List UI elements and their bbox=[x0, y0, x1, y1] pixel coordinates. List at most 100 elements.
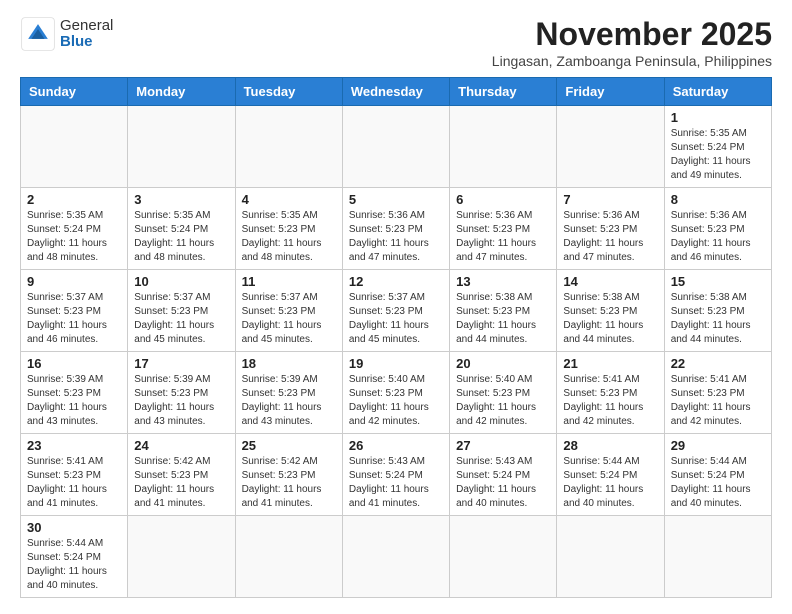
day-number: 28 bbox=[563, 438, 657, 453]
day-number: 27 bbox=[456, 438, 550, 453]
day-info: Sunrise: 5:38 AMSunset: 5:23 PMDaylight:… bbox=[456, 291, 550, 347]
logo: General Blue bbox=[20, 16, 113, 52]
day-number: 16 bbox=[27, 356, 121, 371]
week-row-1: 1 Sunrise: 5:35 AMSunset: 5:24 PMDaylight… bbox=[21, 106, 772, 188]
day-info: Sunrise: 5:41 AMSunset: 5:23 PMDaylight:… bbox=[563, 373, 657, 429]
day-number: 11 bbox=[242, 274, 336, 289]
calendar-cell bbox=[557, 516, 664, 598]
day-number: 12 bbox=[349, 274, 443, 289]
day-info: Sunrise: 5:41 AMSunset: 5:23 PMDaylight:… bbox=[671, 373, 765, 429]
day-info: Sunrise: 5:37 AMSunset: 5:23 PMDaylight:… bbox=[27, 291, 121, 347]
day-info: Sunrise: 5:37 AMSunset: 5:23 PMDaylight:… bbox=[349, 291, 443, 347]
calendar-cell: 2 Sunrise: 5:35 AMSunset: 5:24 PMDaylight… bbox=[21, 188, 128, 270]
day-number: 6 bbox=[456, 192, 550, 207]
calendar-cell: 5 Sunrise: 5:36 AMSunset: 5:23 PMDaylight… bbox=[342, 188, 449, 270]
calendar-cell: 22 Sunrise: 5:41 AMSunset: 5:23 PMDayligh… bbox=[664, 352, 771, 434]
day-number: 19 bbox=[349, 356, 443, 371]
day-number: 13 bbox=[456, 274, 550, 289]
week-row-3: 9 Sunrise: 5:37 AMSunset: 5:23 PMDaylight… bbox=[21, 270, 772, 352]
day-number: 17 bbox=[134, 356, 228, 371]
calendar-cell: 20Sunrise: 5:40 AMSunset: 5:23 PMDayligh… bbox=[450, 352, 557, 434]
calendar-cell: 4Sunrise: 5:35 AMSunset: 5:23 PMDaylight… bbox=[235, 188, 342, 270]
header: General Blue November 2025 Lingasan, Zam… bbox=[20, 16, 772, 69]
calendar-cell: 1 Sunrise: 5:35 AMSunset: 5:24 PMDaylight… bbox=[664, 106, 771, 188]
header-day-wednesday: Wednesday bbox=[342, 78, 449, 106]
day-number: 30 bbox=[27, 520, 121, 535]
calendar-cell bbox=[128, 516, 235, 598]
day-info: Sunrise: 5:35 AMSunset: 5:24 PMDaylight:… bbox=[134, 209, 228, 265]
day-number: 26 bbox=[349, 438, 443, 453]
day-info: Sunrise: 5:35 AMSunset: 5:24 PMDaylight:… bbox=[27, 209, 121, 265]
calendar-cell: 10 Sunrise: 5:37 AMSunset: 5:23 PMDayligh… bbox=[128, 270, 235, 352]
calendar-cell: 26 Sunrise: 5:43 AMSunset: 5:24 PMDayligh… bbox=[342, 434, 449, 516]
day-number: 18 bbox=[242, 356, 336, 371]
calendar-cell bbox=[235, 106, 342, 188]
day-number: 22 bbox=[671, 356, 765, 371]
header-day-tuesday: Tuesday bbox=[235, 78, 342, 106]
day-number: 9 bbox=[27, 274, 121, 289]
calendar-cell bbox=[235, 516, 342, 598]
calendar-cell: 24Sunrise: 5:42 AMSunset: 5:23 PMDayligh… bbox=[128, 434, 235, 516]
calendar-cell: 29Sunrise: 5:44 AMSunset: 5:24 PMDayligh… bbox=[664, 434, 771, 516]
day-info: Sunrise: 5:36 AMSunset: 5:23 PMDaylight:… bbox=[349, 209, 443, 265]
generalblue-logo-icon bbox=[20, 16, 56, 52]
day-number: 7 bbox=[563, 192, 657, 207]
title-area: November 2025 Lingasan, Zamboanga Penins… bbox=[492, 16, 772, 69]
calendar-cell: 21 Sunrise: 5:41 AMSunset: 5:23 PMDayligh… bbox=[557, 352, 664, 434]
calendar-table: SundayMondayTuesdayWednesdayThursdayFrid… bbox=[20, 77, 772, 598]
day-number: 10 bbox=[134, 274, 228, 289]
calendar-cell: 11 Sunrise: 5:37 AMSunset: 5:23 PMDayligh… bbox=[235, 270, 342, 352]
calendar-cell bbox=[342, 516, 449, 598]
week-row-4: 16 Sunrise: 5:39 AMSunset: 5:23 PMDayligh… bbox=[21, 352, 772, 434]
day-number: 5 bbox=[349, 192, 443, 207]
day-info: Sunrise: 5:38 AMSunset: 5:23 PMDaylight:… bbox=[563, 291, 657, 347]
day-info: Sunrise: 5:41 AMSunset: 5:23 PMDaylight:… bbox=[27, 455, 121, 511]
week-row-2: 2 Sunrise: 5:35 AMSunset: 5:24 PMDaylight… bbox=[21, 188, 772, 270]
day-info: Sunrise: 5:36 AMSunset: 5:23 PMDaylight:… bbox=[456, 209, 550, 265]
location-title: Lingasan, Zamboanga Peninsula, Philippin… bbox=[492, 53, 772, 69]
calendar-cell bbox=[557, 106, 664, 188]
calendar-cell: 27Sunrise: 5:43 AMSunset: 5:24 PMDayligh… bbox=[450, 434, 557, 516]
calendar-cell: 16Sunrise: 5:39 AMSunset: 5:23 PMDayligh… bbox=[21, 352, 128, 434]
calendar-cell: 25Sunrise: 5:42 AMSunset: 5:23 PMDayligh… bbox=[235, 434, 342, 516]
day-info: Sunrise: 5:40 AMSunset: 5:23 PMDaylight:… bbox=[349, 373, 443, 429]
calendar-cell: 23 Sunrise: 5:41 AMSunset: 5:23 PMDayligh… bbox=[21, 434, 128, 516]
header-day-friday: Friday bbox=[557, 78, 664, 106]
day-info: Sunrise: 5:40 AMSunset: 5:23 PMDaylight:… bbox=[456, 373, 550, 429]
calendar-cell: 9 Sunrise: 5:37 AMSunset: 5:23 PMDaylight… bbox=[21, 270, 128, 352]
day-info: Sunrise: 5:43 AMSunset: 5:24 PMDaylight:… bbox=[349, 455, 443, 511]
day-info: Sunrise: 5:42 AMSunset: 5:23 PMDaylight:… bbox=[242, 455, 336, 511]
calendar-cell: 30Sunrise: 5:44 AMSunset: 5:24 PMDayligh… bbox=[21, 516, 128, 598]
calendar-cell: 28 Sunrise: 5:44 AMSunset: 5:24 PMDayligh… bbox=[557, 434, 664, 516]
calendar-cell bbox=[21, 106, 128, 188]
day-info: Sunrise: 5:42 AMSunset: 5:23 PMDaylight:… bbox=[134, 455, 228, 511]
calendar-cell: 3Sunrise: 5:35 AMSunset: 5:24 PMDaylight… bbox=[128, 188, 235, 270]
week-row-5: 23 Sunrise: 5:41 AMSunset: 5:23 PMDayligh… bbox=[21, 434, 772, 516]
logo-text: General Blue bbox=[60, 18, 113, 51]
day-info: Sunrise: 5:39 AMSunset: 5:23 PMDaylight:… bbox=[242, 373, 336, 429]
month-title: November 2025 bbox=[492, 16, 772, 53]
day-number: 14 bbox=[563, 274, 657, 289]
calendar-cell: 12 Sunrise: 5:37 AMSunset: 5:23 PMDayligh… bbox=[342, 270, 449, 352]
calendar-cell: 13 Sunrise: 5:38 AMSunset: 5:23 PMDayligh… bbox=[450, 270, 557, 352]
calendar-cell: 15Sunrise: 5:38 AMSunset: 5:23 PMDayligh… bbox=[664, 270, 771, 352]
header-day-sunday: Sunday bbox=[21, 78, 128, 106]
day-info: Sunrise: 5:36 AMSunset: 5:23 PMDaylight:… bbox=[671, 209, 765, 265]
day-number: 1 bbox=[671, 110, 765, 125]
day-number: 23 bbox=[27, 438, 121, 453]
week-row-6: 30Sunrise: 5:44 AMSunset: 5:24 PMDayligh… bbox=[21, 516, 772, 598]
calendar-cell: 19 Sunrise: 5:40 AMSunset: 5:23 PMDayligh… bbox=[342, 352, 449, 434]
calendar-cell: 14 Sunrise: 5:38 AMSunset: 5:23 PMDayligh… bbox=[557, 270, 664, 352]
day-number: 2 bbox=[27, 192, 121, 207]
header-day-thursday: Thursday bbox=[450, 78, 557, 106]
day-info: Sunrise: 5:44 AMSunset: 5:24 PMDaylight:… bbox=[563, 455, 657, 511]
calendar-cell: 8Sunrise: 5:36 AMSunset: 5:23 PMDaylight… bbox=[664, 188, 771, 270]
day-info: Sunrise: 5:37 AMSunset: 5:23 PMDaylight:… bbox=[134, 291, 228, 347]
day-number: 4 bbox=[242, 192, 336, 207]
calendar-cell: 7Sunrise: 5:36 AMSunset: 5:23 PMDaylight… bbox=[557, 188, 664, 270]
day-number: 21 bbox=[563, 356, 657, 371]
day-info: Sunrise: 5:38 AMSunset: 5:23 PMDaylight:… bbox=[671, 291, 765, 347]
calendar-cell bbox=[128, 106, 235, 188]
day-info: Sunrise: 5:37 AMSunset: 5:23 PMDaylight:… bbox=[242, 291, 336, 347]
day-info: Sunrise: 5:35 AMSunset: 5:24 PMDaylight:… bbox=[671, 127, 765, 183]
